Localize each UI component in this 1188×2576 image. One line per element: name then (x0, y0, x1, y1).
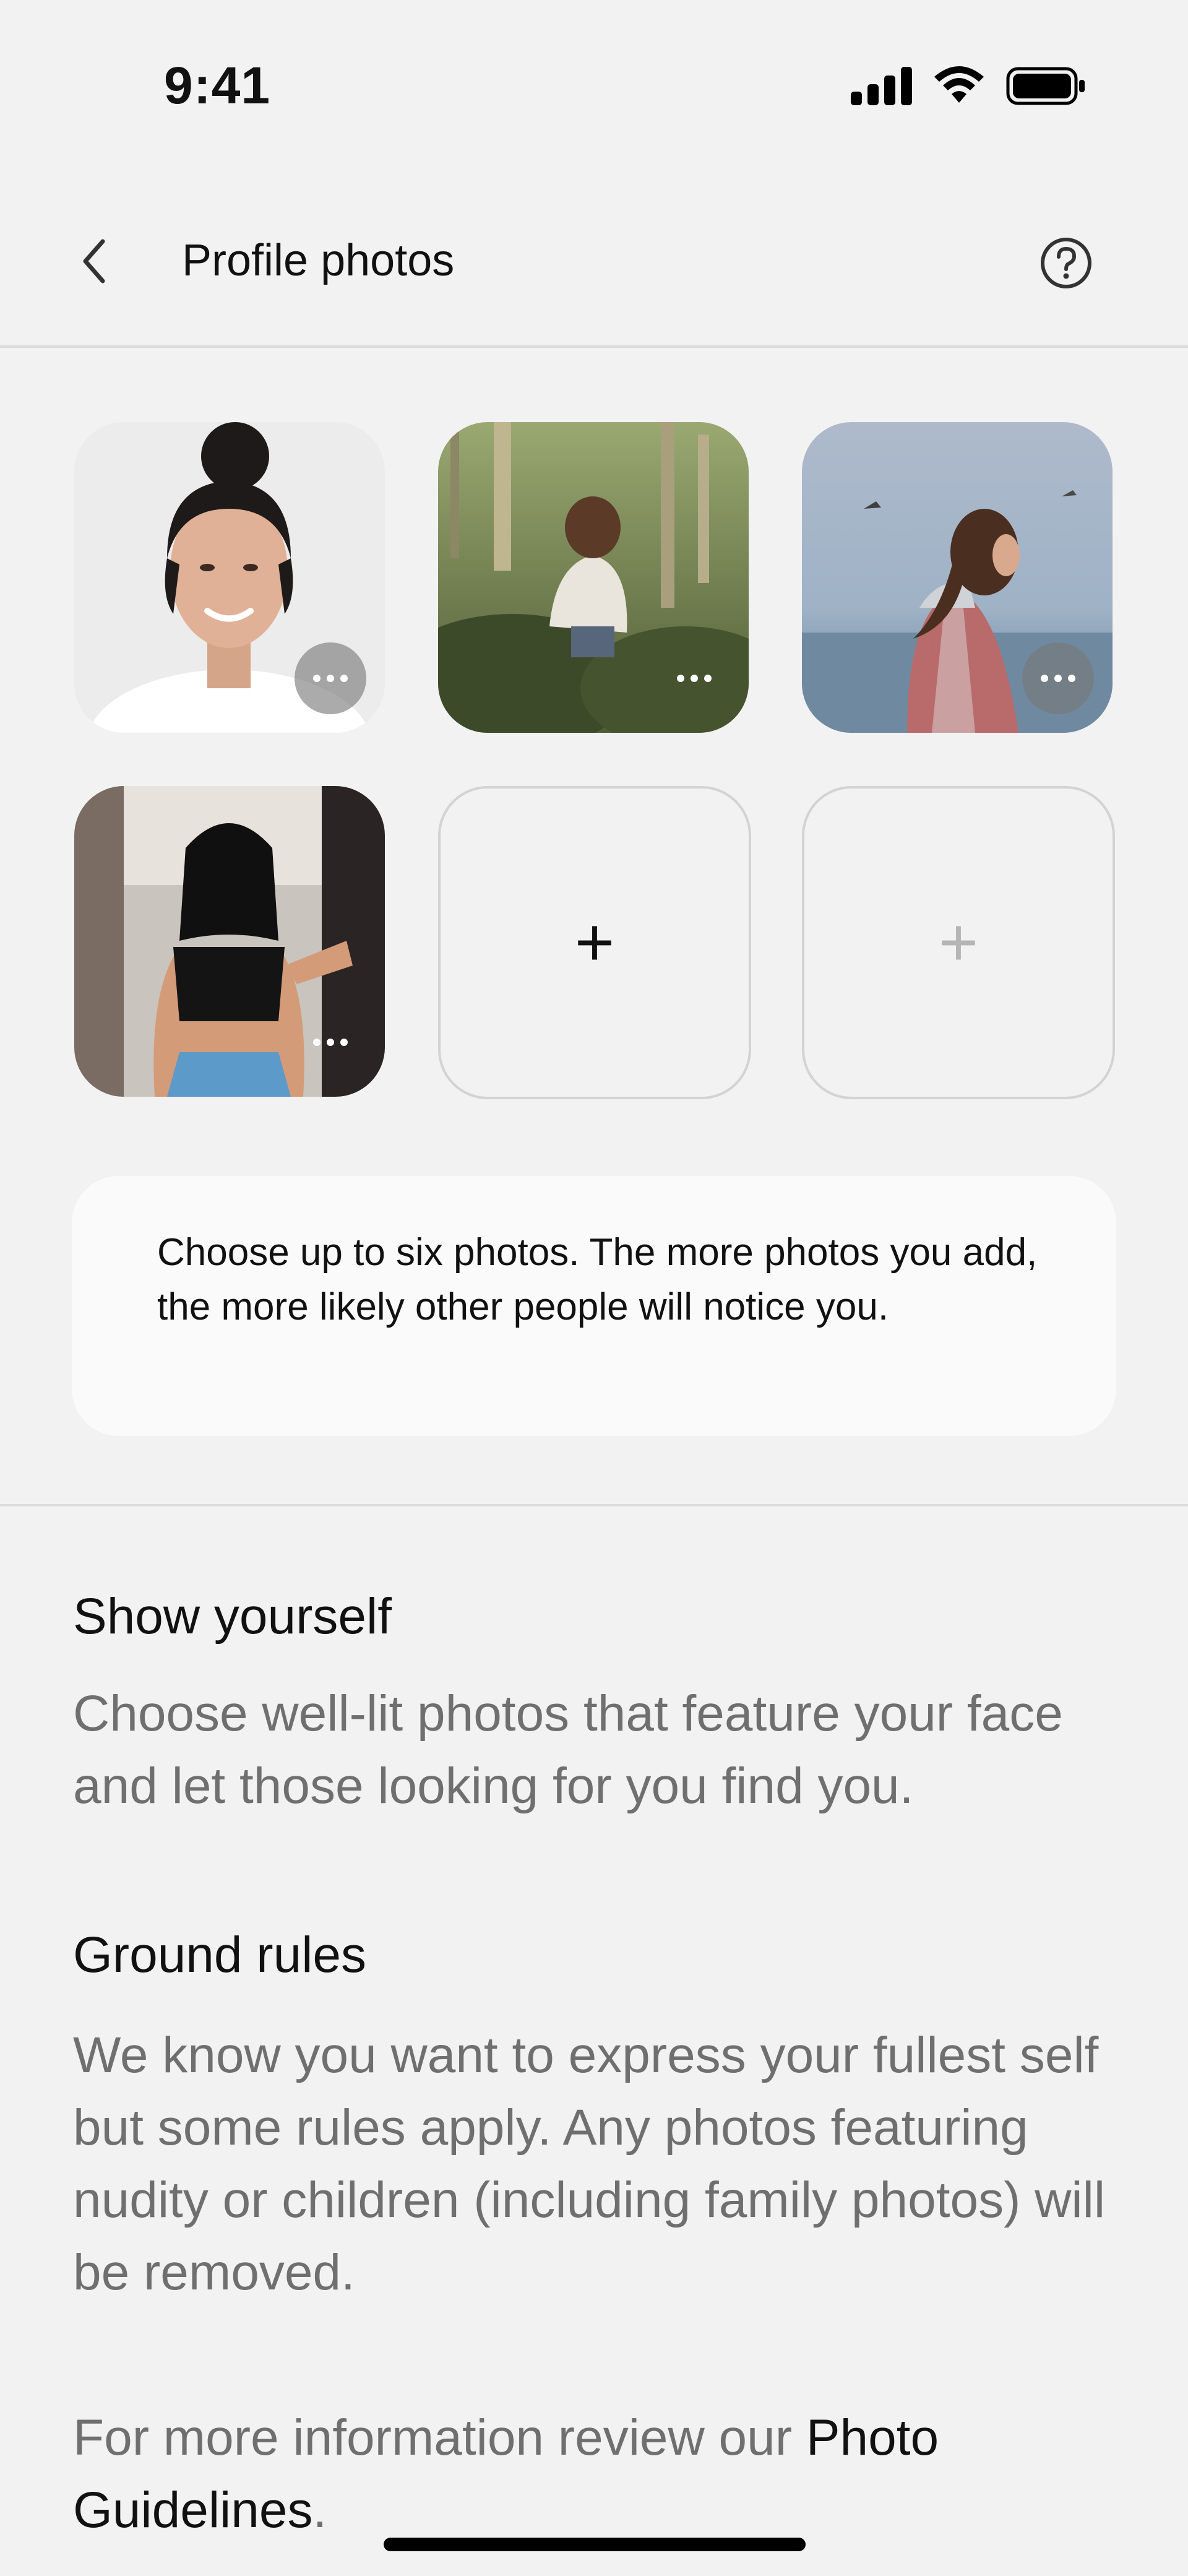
photo-tile-2[interactable] (438, 422, 749, 733)
more-info-text: For more information review our Photo Gu… (73, 2401, 1125, 2546)
more-horizontal-icon (1041, 675, 1075, 682)
photo-1-more-button[interactable] (295, 642, 366, 714)
photo-4-more-button[interactable] (295, 1006, 366, 1078)
chevron-left-icon (83, 239, 105, 283)
header-divider (0, 345, 1188, 348)
wifi-icon (934, 66, 984, 103)
page-title: Profile photos (182, 236, 455, 285)
section-body-ground-rules: We know you want to express your fullest… (73, 2027, 1106, 2301)
section-title-show-yourself: Show yourself (73, 1588, 392, 1645)
add-photo-slot-5[interactable]: + (438, 786, 751, 1099)
add-photo-plus-icon: + (938, 904, 979, 980)
add-photo-plus-icon: + (574, 904, 615, 980)
more-horizontal-icon (313, 1039, 348, 1046)
add-photo-slot-6[interactable]: + (802, 786, 1115, 1099)
section-title-ground-rules: Ground rules (73, 1927, 367, 1983)
section-divider (0, 1504, 1188, 1506)
more-info-suffix: . (312, 2482, 327, 2538)
photo-3-more-button[interactable] (1022, 642, 1094, 714)
info-card: Choose up to six photos. The more photos… (72, 1176, 1116, 1436)
more-horizontal-icon (677, 675, 712, 682)
section-body-show-yourself: Choose well-lit photos that feature your… (73, 1685, 1063, 1814)
battery-icon (1006, 67, 1085, 105)
photo-2-more-button[interactable] (658, 642, 730, 714)
back-button[interactable] (69, 230, 119, 292)
more-horizontal-icon (313, 675, 348, 682)
question-circle-icon (1041, 238, 1091, 288)
home-indicator[interactable] (384, 2538, 806, 2551)
info-text: Choose up to six photos. The more photos… (157, 1231, 1038, 1328)
cellular-signal-icon (851, 67, 912, 105)
photo-tile-4[interactable] (74, 786, 385, 1097)
photo-tile-3[interactable] (802, 422, 1113, 733)
status-time: 9:41 (164, 56, 271, 115)
more-info-prefix: For more information review our (73, 2410, 806, 2466)
help-button[interactable] (1040, 236, 1093, 290)
photo-tile-1[interactable] (74, 422, 385, 733)
